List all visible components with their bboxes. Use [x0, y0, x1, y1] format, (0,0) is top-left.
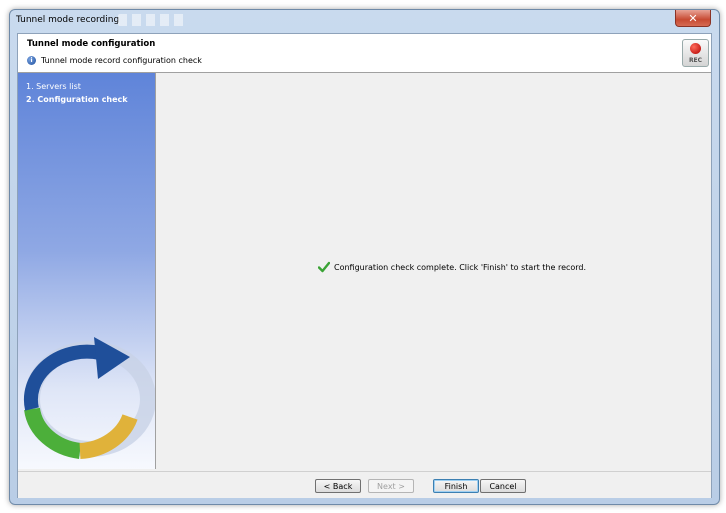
record-icon-label: REC — [688, 57, 703, 64]
wizard-client-area: Tunnel mode configuration i Tunnel mode … — [17, 33, 712, 498]
circular-arrow-logo-icon — [23, 337, 155, 459]
status-message-text: Configuration check complete. Click 'Fin… — [334, 262, 587, 272]
step-configuration-check: 2. Configuration check — [26, 95, 128, 104]
wizard-footer: < Back Next > Finish Cancel — [18, 471, 711, 498]
record-dot-icon — [690, 43, 701, 54]
finish-button[interactable]: Finish — [433, 479, 479, 493]
step-servers-list: 1. Servers list — [26, 82, 81, 91]
window-title: Tunnel mode recording — [16, 15, 120, 25]
back-button[interactable]: < Back — [315, 479, 361, 493]
page-title: Tunnel mode configuration — [27, 39, 156, 49]
info-icon: i — [27, 56, 36, 65]
wizard-window: Tunnel mode recording ✕ Tunnel mode conf… — [9, 9, 720, 505]
next-button[interactable]: Next > — [368, 479, 414, 493]
record-icon: REC — [682, 39, 709, 67]
status-message: Configuration check complete. Click 'Fin… — [318, 261, 586, 273]
page-subtitle: Tunnel mode record configuration check — [41, 56, 202, 65]
page-subtitle-row: i Tunnel mode record configuration check — [27, 56, 202, 65]
wizard-steps-sidebar: 1. Servers list 2. Configuration check — [18, 73, 156, 469]
check-icon — [318, 261, 330, 273]
title-bar-glass-reflection — [118, 14, 188, 26]
title-bar[interactable]: Tunnel mode recording ✕ — [10, 10, 719, 32]
wizard-header: Tunnel mode configuration i Tunnel mode … — [18, 34, 711, 73]
close-button[interactable]: ✕ — [675, 10, 711, 27]
close-icon: ✕ — [688, 11, 698, 25]
cancel-button[interactable]: Cancel — [480, 479, 526, 493]
